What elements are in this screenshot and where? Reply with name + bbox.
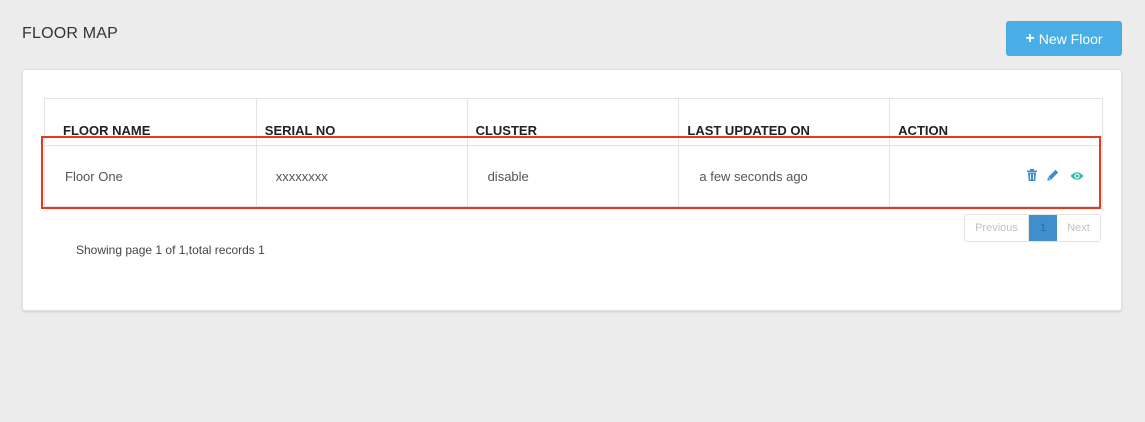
pagination-page-current[interactable]: 1 [1029,215,1057,241]
trash-icon[interactable] [1026,169,1037,184]
column-header-last-updated[interactable]: LAST UPDATED ON [678,98,891,146]
floor-table: FLOOR NAME SERIAL NO CLUSTER LAST UPDATE… [44,98,1103,207]
table-header-row: FLOOR NAME SERIAL NO CLUSTER LAST UPDATE… [44,98,1103,146]
cell-serial-no: xxxxxxxx [255,145,468,207]
new-floor-label: New Floor [1038,30,1103,47]
plus-icon: + [1025,29,1035,47]
cell-floor-name: Floor One [44,145,257,207]
pagination-previous[interactable]: Previous [965,215,1029,241]
column-header-action: ACTION [889,98,1103,146]
cell-last-updated: a few seconds ago [678,145,891,207]
new-floor-button[interactable]: + New Floor [1006,21,1122,56]
table-row: Floor One xxxxxxxx disable a few seconds… [44,145,1103,207]
column-header-floor-name[interactable]: FLOOR NAME [44,98,257,146]
column-header-serial-no[interactable]: SERIAL NO [255,98,468,146]
pagination-next[interactable]: Next [1057,215,1100,241]
records-summary: Showing page 1 of 1,total records 1 [76,243,265,257]
cell-cluster: disable [466,145,680,207]
pencil-icon[interactable] [1047,169,1059,184]
cell-actions [889,145,1103,207]
page-title: FLOOR MAP [22,25,119,42]
eye-icon[interactable] [1070,169,1084,184]
floor-list-card: FLOOR NAME SERIAL NO CLUSTER LAST UPDATE… [22,69,1122,311]
pagination: Previous 1 Next [964,214,1101,242]
column-header-cluster[interactable]: CLUSTER [466,98,680,146]
